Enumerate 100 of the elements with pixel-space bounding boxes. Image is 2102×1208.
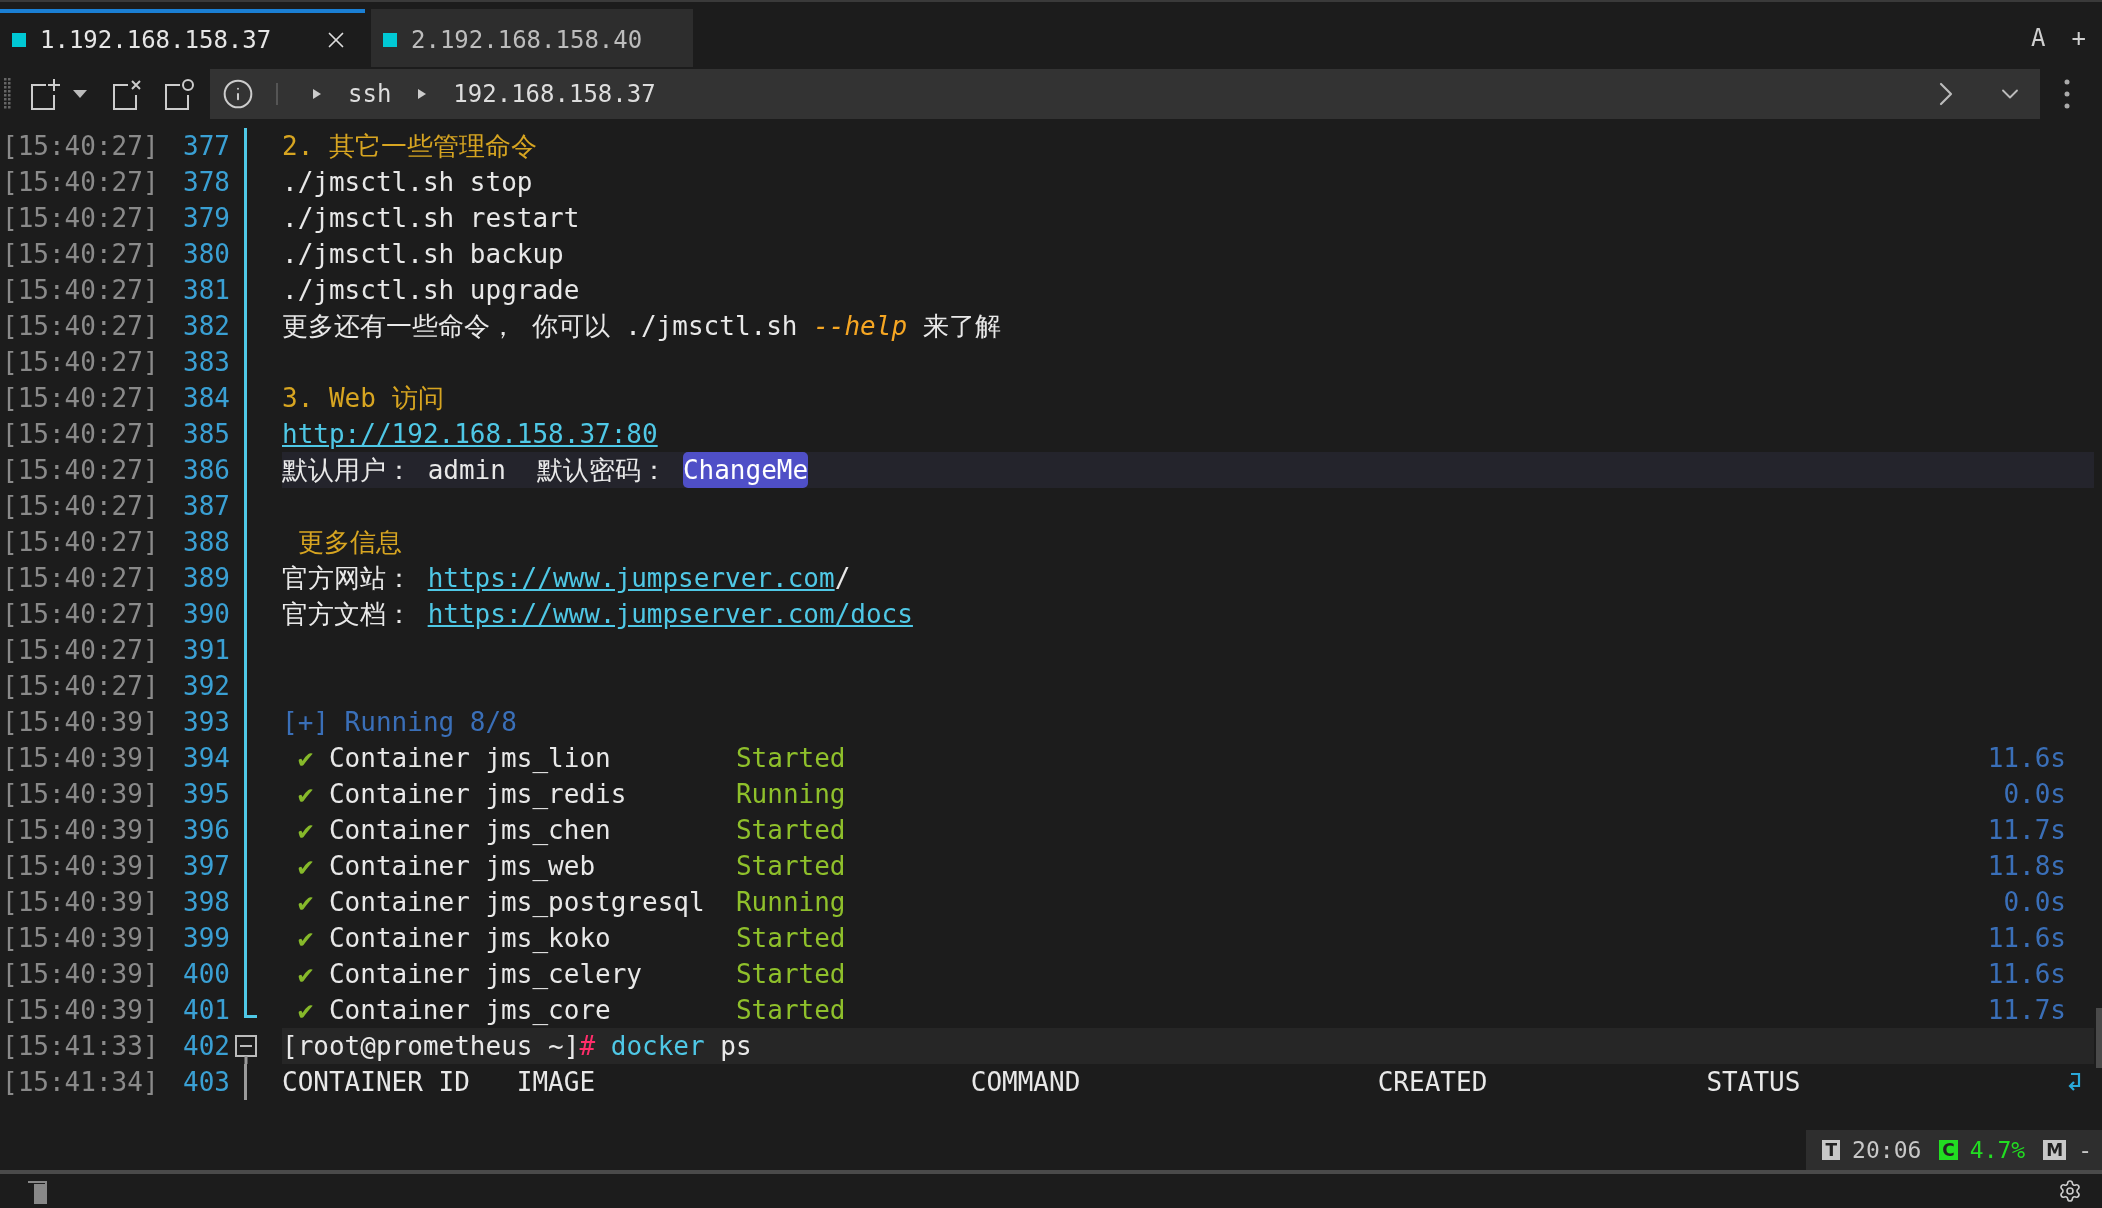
column-header: CONTAINER ID [282,1066,470,1099]
timestamp: [15:40:39] [1,994,160,1027]
line-number: 391 [182,634,230,667]
container-status: Started [735,850,847,883]
terminal-text: / [834,562,851,595]
terminal-text: 官方网站： [282,562,413,595]
link[interactable]: https://www.jumpserver.com [427,560,835,596]
timestamp: [15:40:39] [1,778,160,811]
line-number: 389 [182,562,230,595]
tab-settings-icon[interactable] [162,76,196,111]
line-number: 395 [182,778,230,811]
tab[interactable]: 2.192.168.158.40 [371,9,693,67]
timestamp: [15:40:27] [1,526,160,559]
line-number: 386 [182,454,230,487]
line-number: 382 [182,310,230,343]
line-number: 392 [182,670,230,703]
line-number: 400 [182,958,230,991]
check-mark: ✔ [297,742,315,775]
duration: 11.6s [1987,922,2066,955]
line-number: 394 [182,742,230,775]
caret-icon[interactable] [72,88,88,99]
check-mark: ✔ [297,886,315,919]
terminal-text: 更多信息 [296,526,402,559]
timestamp: [15:40:27] [1,274,160,307]
line-number: 377 [182,130,230,163]
timestamp: [15:40:39] [1,814,160,847]
breadcrumb-item[interactable]: 192.168.158.37 [453,79,656,108]
container-status: Started [735,994,847,1027]
link[interactable]: https://www.jumpserver.com/docs [427,596,913,632]
container-name: Container jms_koko [328,922,612,955]
terminal-text: 来了解 [921,310,1001,343]
check-mark: ✔ [297,958,315,991]
terminal-text: ./jmsctl.sh backup [282,238,564,271]
column-header: STATUS [1706,1066,1801,1099]
container-status: Started [735,958,847,991]
link[interactable]: http://192.168.158.37:80 [282,416,658,452]
prompt-symbol: # [579,1030,596,1063]
line-number: 378 [182,166,230,199]
status-value: 20:06 [1852,1137,1922,1163]
door-icon[interactable] [26,1178,50,1204]
more-icon[interactable] [2064,78,2070,109]
line-number: 401 [182,994,230,1027]
timestamp: [15:40:27] [1,670,160,703]
info-icon[interactable] [222,77,254,110]
check-mark: ✔ [297,850,315,883]
line-number: 399 [182,922,230,955]
timestamp: [15:40:27] [1,238,160,271]
caret-icon [312,87,322,100]
grip-icon [4,77,12,110]
new-tab-icon[interactable] [28,76,62,111]
status-value: 4.7% [1969,1137,2026,1163]
timestamp: [15:40:27] [1,382,160,415]
check-mark: ✔ [297,814,315,847]
check-mark: ✔ [297,778,315,811]
timestamp: [15:40:27] [1,490,160,523]
container-status: Started [735,814,847,847]
command-args: ps [719,1030,752,1063]
terminal-text: 2. 其它一些管理命令 [282,130,537,163]
line-number: 403 [182,1066,230,1099]
timestamp: [15:40:39] [1,706,160,739]
settings-icon[interactable] [2058,1179,2082,1203]
timestamp: [15:40:39] [1,958,160,991]
timestamp: [15:40:27] [1,166,160,199]
terminal-text: ./jmsctl.sh stop [282,166,533,199]
tab-action-button[interactable]: + [2071,24,2086,52]
timestamp: [15:40:39] [1,742,160,775]
status-badge: M [2043,1140,2067,1160]
container-status: Running [735,886,847,919]
timestamp: [15:41:34] [1,1066,160,1099]
tab-square-icon [383,33,397,47]
duration: 11.7s [1987,994,2066,1027]
shell-prompt: [root@prometheus ~] [282,1030,580,1063]
column-header: COMMAND [970,1066,1081,1099]
duration: 0.0s [2003,886,2066,919]
tab-action-button[interactable]: A [2031,24,2046,52]
selected-text: ChangeMe [682,452,809,488]
timestamp: [15:40:27] [1,310,160,343]
timestamp: [15:40:39] [1,922,160,955]
line-number: 398 [182,886,230,919]
container-name: Container jms_postgresql [328,886,706,919]
terminal-text: ./jmsctl.sh restart [282,202,580,235]
container-status: Started [735,922,847,955]
breadcrumb-item[interactable]: ssh [348,79,392,108]
line-number: 388 [182,526,230,559]
line-number: 385 [182,418,230,451]
line-number: 381 [182,274,230,307]
line-number: 397 [182,850,230,883]
column-header: IMAGE [516,1066,596,1099]
duration: 0.0s [2003,778,2066,811]
status-badge: T [1822,1140,1841,1160]
scrollbar-thumb[interactable] [2096,1008,2102,1068]
container-name: Container jms_lion [328,742,612,775]
line-number: 387 [182,490,230,523]
terminal-text: 更多还有一些命令， 你可以 ./jmsctl.sh [282,310,799,343]
terminal-text: 官方文档： [282,598,413,631]
terminal-text: --help [813,310,908,343]
timestamp: [15:40:27] [1,634,160,667]
container-status: Started [735,742,847,775]
container-status: Running [735,778,847,811]
timestamp: [15:40:27] [1,418,160,451]
